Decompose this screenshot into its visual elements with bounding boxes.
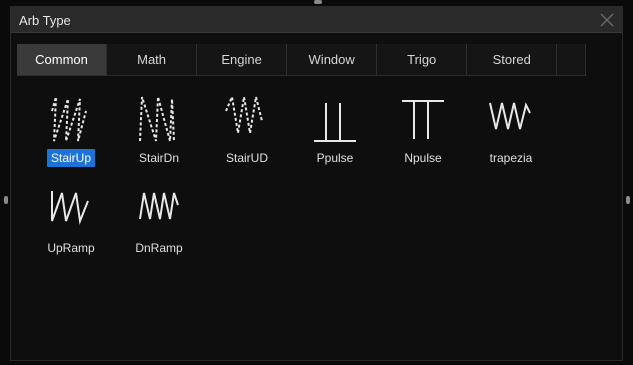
npulse-wave-icon	[402, 100, 444, 139]
tab-label: Engine	[221, 52, 262, 67]
waveform-ppulse[interactable]: Ppulse	[298, 91, 372, 173]
tab-label: Common	[35, 52, 88, 67]
waveform-label: DnRamp	[135, 241, 183, 255]
tab-label: Trigo	[407, 52, 437, 67]
upramp-wave-icon	[51, 191, 89, 225]
trapezia-wave-icon	[489, 102, 531, 130]
waveform-stairup[interactable]: StairUp	[34, 91, 108, 173]
stairdn-wave-icon	[139, 96, 175, 142]
waveform-label: StairUp	[46, 149, 95, 167]
right-edge-handle	[626, 196, 630, 204]
tab-stored[interactable]: Stored	[467, 44, 558, 75]
tab-engine[interactable]: Engine	[197, 44, 288, 75]
stairud-wave-icon	[225, 93, 263, 134]
ppulse-wave-icon	[314, 103, 356, 142]
tab-bar: Common Math Engine Window Trigo Stored	[17, 44, 587, 76]
tab-trigo[interactable]: Trigo	[377, 44, 468, 75]
dialog-title-bar: Arb Type	[11, 7, 622, 33]
tab-label: Math	[137, 52, 167, 67]
waveform-dnramp[interactable]: DnRamp	[122, 181, 196, 263]
dnramp-wave-icon	[139, 192, 179, 220]
waveform-npulse[interactable]: Npulse	[386, 91, 460, 173]
waveform-label: StairDn	[138, 151, 179, 165]
left-edge-handle	[4, 196, 8, 204]
tab-label: Stored	[492, 52, 531, 67]
tab-empty	[557, 44, 587, 75]
waveform-stairud[interactable]: StairUD	[210, 91, 284, 173]
waveform-trapezia[interactable]: trapezia	[474, 91, 548, 173]
waveform-label: trapezia	[489, 151, 533, 165]
arb-type-dialog: Arb Type Common Math Engine Window Trigo…	[10, 6, 623, 361]
tab-window[interactable]: Window	[287, 44, 378, 75]
waveform-upramp[interactable]: UpRamp	[34, 181, 108, 263]
waveform-label: Npulse	[404, 151, 442, 165]
waveform-label: StairUD	[225, 151, 268, 165]
close-icon[interactable]	[594, 8, 620, 32]
dialog-title: Arb Type	[19, 13, 71, 28]
stairup-wave-icon	[51, 96, 87, 142]
tab-label: Window	[308, 52, 355, 67]
tab-common[interactable]: Common	[17, 44, 108, 75]
waveform-label: Ppulse	[316, 151, 354, 165]
waveform-label: UpRamp	[47, 241, 95, 255]
top-edge-handle	[314, 0, 322, 4]
waveform-stairdn[interactable]: StairDn	[122, 91, 196, 173]
tab-math[interactable]: Math	[107, 44, 198, 75]
